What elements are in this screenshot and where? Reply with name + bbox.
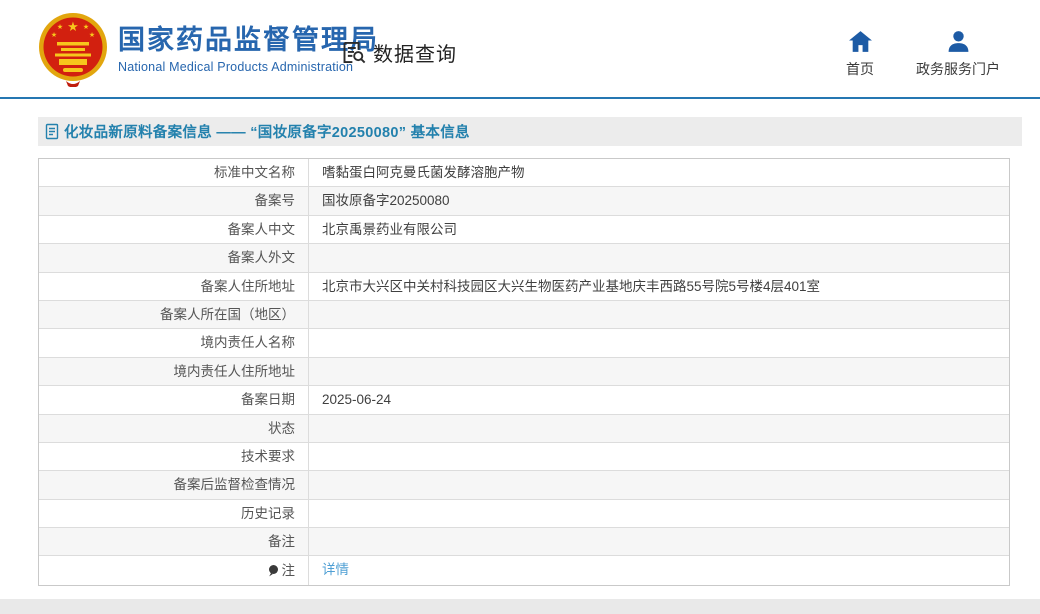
row-value: 国妆原备字20250080 [309,187,1009,214]
row-label: 境内责任人住所地址 [39,358,309,385]
user-icon [946,30,971,53]
row-label: 历史记录 [39,500,309,527]
table-row: 状态 [39,415,1009,443]
document-icon [44,123,60,140]
footer-strip [0,599,1040,614]
row-value [309,358,1009,385]
filing-info-table: 标准中文名称 嗜黏蛋白阿克曼氏菌发酵溶胞产物 备案号 国妆原备字20250080… [38,158,1010,586]
row-label: 注 [39,556,309,584]
row-value [309,443,1009,470]
svg-text:★: ★ [89,31,95,39]
row-value [309,329,1009,356]
row-label: 备案号 [39,187,309,214]
table-row: 备案人外文 [39,244,1009,272]
china-national-emblem-icon: ★ ★ ★ ★ ★ [38,11,108,87]
table-row: 备注 [39,528,1009,556]
row-label-text: 注 [282,557,296,584]
table-row: 历史记录 [39,500,1009,528]
row-label: 技术要求 [39,443,309,470]
table-row: 备案号 国妆原备字20250080 [39,187,1009,215]
row-label: 备案人外文 [39,244,309,271]
table-row: 境内责任人住所地址 [39,358,1009,386]
row-label: 备案人中文 [39,216,309,243]
svg-text:★: ★ [51,31,57,39]
nav-home-label: 首页 [846,59,874,79]
nav-portal[interactable]: 政务服务门户 [916,30,1000,79]
row-label: 备注 [39,528,309,555]
data-query-nav[interactable]: 数据查询 [340,38,457,67]
row-label: 标准中文名称 [39,159,309,186]
table-row: 技术要求 [39,443,1009,471]
nav-home[interactable]: 首页 [846,30,874,79]
row-label: 状态 [39,415,309,442]
header-divider [0,97,1040,99]
table-row: 备案人中文 北京禹景药业有限公司 [39,216,1009,244]
nav-portal-label: 政务服务门户 [916,59,1000,79]
row-label: 备案后监督检查情况 [39,471,309,498]
home-icon [848,30,873,53]
row-value [309,500,1009,527]
row-value: 北京禹景药业有限公司 [309,216,1009,243]
row-value [309,301,1009,328]
row-label: 备案人所在国（地区） [39,301,309,328]
row-value: 详情 [309,556,1009,584]
table-row: 备案人住所地址 北京市大兴区中关村科技园区大兴生物医药产业基地庆丰西路55号院5… [39,273,1009,301]
details-link[interactable]: 详情 [322,562,349,577]
table-row: 境内责任人名称 [39,329,1009,357]
row-value: 2025-06-24 [309,386,1009,413]
row-value [309,528,1009,555]
row-label: 境内责任人名称 [39,329,309,356]
row-label: 备案日期 [39,386,309,413]
table-row: 备案人所在国（地区） [39,301,1009,329]
row-value: 嗜黏蛋白阿克曼氏菌发酵溶胞产物 [309,159,1009,186]
row-value: 北京市大兴区中关村科技园区大兴生物医药产业基地庆丰西路55号院5号楼4层401室 [309,273,1009,300]
svg-text:★: ★ [83,23,89,31]
data-query-label: 数据查询 [373,38,457,67]
table-row: 备案后监督检查情况 [39,471,1009,499]
row-value [309,471,1009,498]
page-title: 化妆品新原料备案信息 —— “国妆原备字20250080” 基本信息 [64,121,470,142]
table-row: 标准中文名称 嗜黏蛋白阿克曼氏菌发酵溶胞产物 [39,159,1009,187]
note-icon [267,564,279,578]
site-header: ★ ★ ★ ★ ★ 国家药品监督管理局 National Medical Pro… [0,0,1040,97]
svg-text:★: ★ [67,19,79,34]
row-value [309,415,1009,442]
table-row: 备案日期 2025-06-24 [39,386,1009,414]
row-value [309,244,1009,271]
top-nav: 首页 政务服务门户 [846,30,1000,79]
page-title-bar: 化妆品新原料备案信息 —— “国妆原备字20250080” 基本信息 [38,117,1022,146]
table-row: 注 详情 [39,556,1009,584]
svg-text:★: ★ [57,23,63,31]
row-label: 备案人住所地址 [39,273,309,300]
nmpa-logo[interactable]: ★ ★ ★ ★ ★ 国家药品监督管理局 National Medical Pro… [38,11,379,87]
document-search-icon [340,39,367,66]
